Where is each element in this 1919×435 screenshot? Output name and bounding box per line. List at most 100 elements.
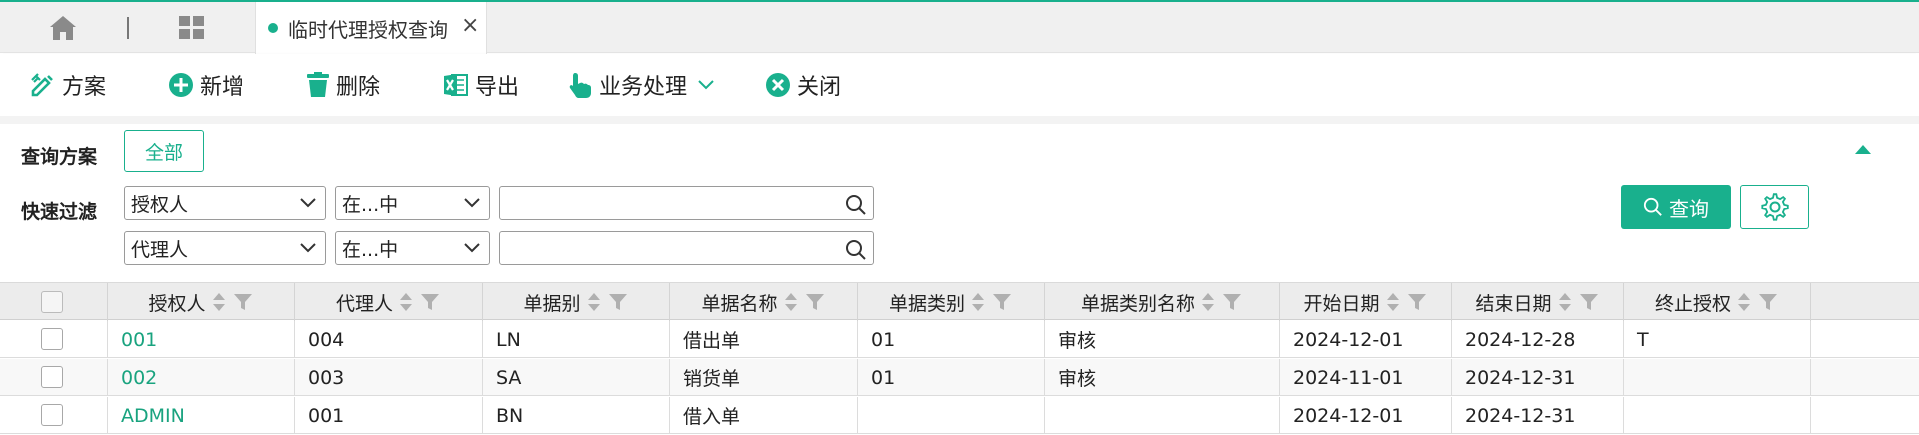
filter-field-select[interactable]: 授权人 [124, 186, 326, 220]
chevron-down-icon [300, 198, 316, 208]
gear-icon [1760, 193, 1789, 221]
select-all-checkbox[interactable] [41, 291, 63, 313]
column-header-label: 单据名称 [701, 292, 778, 315]
filter-operator-value: 在...中 [342, 238, 399, 261]
scheme-label: 方案 [62, 75, 107, 100]
tab-separator [127, 17, 129, 39]
sort-icon[interactable] [1737, 292, 1751, 312]
filter-field-value: 代理人 [131, 238, 189, 261]
row-checkbox[interactable] [41, 366, 63, 388]
collapse-up-icon[interactable] [1855, 145, 1871, 154]
query-button[interactable]: 查询 [1621, 185, 1731, 229]
close-icon[interactable]: × [461, 13, 479, 38]
excel-icon [444, 74, 468, 96]
column-header-label: 单据类别名称 [1080, 292, 1195, 315]
close-circle-icon [766, 73, 790, 97]
table-cell: 借入单 [670, 397, 858, 434]
sort-icon[interactable] [971, 292, 985, 312]
table-cell: 01 [858, 321, 1045, 358]
column-header[interactable]: 终止授权 [1624, 283, 1811, 321]
delete-label: 删除 [336, 75, 381, 100]
grid-icon[interactable] [178, 15, 206, 41]
scheme-all-button[interactable]: 全部 [124, 130, 204, 172]
row-checkbox[interactable] [41, 404, 63, 426]
column-header-label: 开始日期 [1303, 292, 1380, 315]
filter-operator-select[interactable]: 在...中 [335, 186, 490, 220]
close-button[interactable]: 关闭 [765, 68, 841, 102]
column-header-label: 授权人 [148, 292, 206, 315]
filter-icon[interactable] [607, 293, 629, 311]
filter-icon[interactable] [1406, 293, 1428, 311]
column-header[interactable]: 代理人 [295, 283, 483, 321]
filter-field-select[interactable]: 代理人 [124, 231, 326, 265]
scheme-button[interactable]: 方案 [30, 68, 106, 102]
chevron-down-icon [464, 198, 480, 208]
search-icon[interactable] [845, 239, 867, 261]
table-cell: 销货单 [670, 359, 858, 396]
trash-icon [307, 72, 329, 97]
tab-title: 临时代理授权查询 [288, 18, 448, 42]
table-header: 授权人 代理人 单据别 单据名称 单据类别 单据类别名称 开始日期 结束日期 终… [0, 282, 1919, 321]
filter-icon[interactable] [1221, 293, 1243, 311]
export-button[interactable]: 导出 [443, 68, 519, 102]
sort-icon[interactable] [1201, 292, 1215, 312]
filter-icon[interactable] [804, 293, 826, 311]
sort-icon[interactable] [1386, 292, 1400, 312]
grantor-link[interactable]: ADMIN [108, 397, 295, 434]
table-cell: 01 [858, 359, 1045, 396]
table-cell: 2024-12-28 [1452, 321, 1624, 358]
hand-pointer-icon [569, 73, 591, 98]
filter-value-input[interactable] [499, 186, 874, 220]
filter-icon[interactable] [991, 293, 1013, 311]
filter-value-input[interactable] [499, 231, 874, 265]
query-button-label: 查询 [1669, 196, 1709, 221]
column-header[interactable]: 结束日期 [1452, 283, 1624, 321]
filter-field-value: 授权人 [131, 193, 189, 216]
tab-temporary-proxy-authorization[interactable]: 临时代理授权查询 × [255, 2, 487, 54]
table-row[interactable]: ADMIN 001 BN 借入单 2024-12-01 2024-12-31 [0, 397, 1919, 434]
table-cell: 2024-12-01 [1280, 321, 1452, 358]
table-cell: 借出单 [670, 321, 858, 358]
column-header-label: 终止授权 [1654, 292, 1731, 315]
delete-button[interactable]: 删除 [306, 68, 380, 102]
table-row[interactable]: 001 004 LN 借出单 01 审核 2024-12-01 2024-12-… [0, 321, 1919, 358]
table-cell: 2024-12-01 [1280, 397, 1452, 434]
sort-icon[interactable] [399, 292, 413, 312]
column-header[interactable]: 单据类别 [858, 283, 1045, 321]
table-cell: BN [483, 397, 670, 434]
settings-button[interactable] [1740, 185, 1809, 229]
column-header[interactable]: 开始日期 [1280, 283, 1452, 321]
filter-operator-select[interactable]: 在...中 [335, 231, 490, 265]
table-cell: 004 [295, 321, 483, 358]
sort-icon[interactable] [784, 292, 798, 312]
search-icon[interactable] [845, 194, 867, 216]
column-header[interactable]: 单据名称 [670, 283, 858, 321]
filter-icon[interactable] [419, 293, 441, 311]
table-row[interactable]: 002 003 SA 销货单 01 审核 2024-11-01 2024-12-… [0, 359, 1919, 396]
column-header-label: 代理人 [335, 292, 393, 315]
column-header[interactable]: 单据类别名称 [1045, 283, 1280, 321]
sort-icon[interactable] [212, 292, 226, 312]
table-cell [858, 397, 1045, 434]
filter-operator-value: 在...中 [342, 193, 399, 216]
sort-icon[interactable] [1558, 292, 1572, 312]
filter-icon[interactable] [232, 293, 254, 311]
table-cell: 审核 [1045, 321, 1280, 358]
sort-icon[interactable] [587, 292, 601, 312]
row-checkbox[interactable] [41, 328, 63, 350]
grantor-link[interactable]: 001 [108, 321, 295, 358]
column-header[interactable]: 授权人 [108, 283, 295, 321]
table-cell: LN [483, 321, 670, 358]
row-select-cell [0, 359, 108, 396]
table-cell: 审核 [1045, 359, 1280, 396]
column-header[interactable]: 单据别 [483, 283, 670, 321]
filter-icon[interactable] [1578, 293, 1600, 311]
business-dropdown-button[interactable]: 业务处理 [569, 68, 721, 102]
add-button[interactable]: 新增 [168, 68, 244, 102]
home-icon[interactable] [48, 15, 78, 41]
grantor-link[interactable]: 002 [108, 359, 295, 396]
column-header-label: 单据类别 [888, 292, 965, 315]
column-header-label: 单据别 [523, 292, 581, 315]
table-cell: 2024-11-01 [1280, 359, 1452, 396]
filter-icon[interactable] [1757, 293, 1779, 311]
